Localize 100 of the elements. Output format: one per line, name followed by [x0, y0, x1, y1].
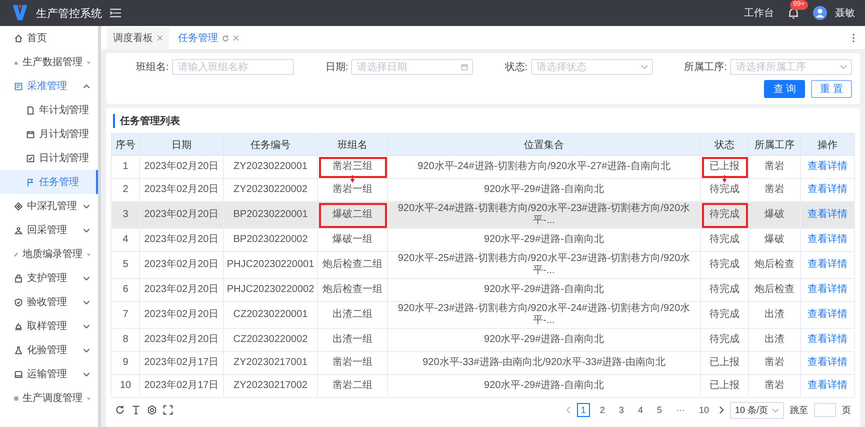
calendar-icon: [461, 64, 468, 70]
sidebar-item[interactable]: 年计划管理: [0, 98, 98, 122]
table-cell: 待完成: [700, 202, 748, 228]
select-field[interactable]: 请选择状态: [530, 59, 653, 75]
page-jump-field[interactable]: [814, 403, 836, 417]
table-cell: PHJC20230220001: [224, 252, 318, 278]
diamond-icon: [14, 202, 23, 210]
more-icon[interactable]: [852, 32, 855, 42]
view-details-link[interactable]: 查看详情: [800, 252, 854, 278]
text-height-icon[interactable]: [131, 405, 141, 415]
chevron-icon: [83, 348, 90, 352]
page-tab[interactable]: 调度看板: [107, 27, 169, 49]
page-number[interactable]: 2: [596, 403, 609, 417]
table-cell: 2023年02月17日: [140, 352, 224, 374]
table-cell: CZ20230220002: [224, 328, 318, 352]
page-number[interactable]: 1: [576, 403, 590, 417]
home-icon: [14, 34, 23, 42]
table-cell: 9: [112, 352, 140, 374]
page-number[interactable]: 5: [652, 403, 666, 417]
settings-icon[interactable]: [147, 405, 157, 415]
view-details-link[interactable]: 查看详情: [800, 374, 854, 398]
fullscreen-icon[interactable]: [163, 405, 173, 415]
table-cell: 920水平-24#进路-切割巷方向/920水平-27#进路-自南向北: [388, 156, 700, 178]
view-details-link[interactable]: 查看详情: [800, 228, 854, 252]
column-header: 所属工序: [748, 134, 800, 156]
sidebar-item[interactable]: 地质编录管理: [0, 242, 98, 266]
table-cell: ZY20230217001: [224, 352, 318, 374]
sidebar-item[interactable]: 回采管理: [0, 218, 98, 242]
reset-button[interactable]: 重 置: [811, 80, 852, 98]
sidebar-item[interactable]: 支护管理: [0, 266, 98, 290]
table-cell: 待完成: [700, 278, 748, 302]
sidebar-item[interactable]: 月计划管理: [0, 122, 98, 146]
chevron-icon: [640, 64, 648, 70]
grid-icon: [14, 394, 18, 402]
table-cell: 已上报: [700, 374, 748, 398]
sidebar-item[interactable]: 化验管理: [0, 338, 98, 362]
table-cell: 待完成: [700, 252, 748, 278]
sidebar-item[interactable]: 运输管理: [0, 362, 98, 386]
table-cell: 8: [112, 328, 140, 352]
table-cell: 2023年02月20日: [140, 328, 224, 352]
sidebar-item[interactable]: 日计划管理: [0, 146, 98, 170]
table-cell: 2023年02月20日: [140, 278, 224, 302]
table-cell: 2023年02月20日: [140, 156, 224, 178]
select-field[interactable]: 请选择所属工序: [730, 59, 852, 75]
table-cell: 炮后检查一组: [318, 278, 388, 302]
column-header: 班组名: [318, 134, 388, 156]
view-details-link[interactable]: 查看详情: [800, 328, 854, 352]
sidebar-item[interactable]: 中深孔管理: [0, 194, 98, 218]
view-details-link[interactable]: 查看详情: [800, 156, 854, 178]
view-details-link[interactable]: 查看详情: [800, 352, 854, 374]
field-label: 日期:: [325, 60, 348, 74]
table-cell: 爆破: [748, 202, 800, 228]
column-header: 任务编号: [224, 134, 318, 156]
table-cell: 5: [112, 252, 140, 278]
chevron-icon: [840, 64, 847, 70]
table-cell: 凿岩: [748, 156, 800, 178]
table-cell: 出渣: [748, 302, 800, 328]
bell-icon[interactable]: [788, 8, 799, 18]
table-cell: 2023年02月20日: [140, 302, 224, 328]
sidebar-item[interactable]: 任务管理: [0, 170, 98, 194]
column-header: 日期: [140, 134, 224, 156]
user-name: 聂敏: [835, 7, 855, 20]
page-number[interactable]: 4: [634, 403, 647, 417]
view-details-link[interactable]: 查看详情: [800, 302, 854, 328]
close-icon[interactable]: [157, 35, 163, 41]
view-details-link[interactable]: 查看详情: [800, 278, 854, 302]
column-header: 位置集合: [388, 134, 700, 156]
menu-icon[interactable]: [110, 8, 121, 18]
chevron-icon: [83, 276, 90, 280]
next-page-icon[interactable]: [718, 406, 724, 414]
table-cell: 10: [112, 374, 140, 398]
close-icon[interactable]: [233, 35, 239, 41]
chevron-icon: [83, 372, 90, 376]
sidebar-item[interactable]: 采准管理: [0, 74, 98, 98]
page-number[interactable]: ···: [672, 403, 689, 417]
board-icon: [14, 82, 23, 90]
refresh-icon[interactable]: [222, 34, 229, 42]
refresh-icon[interactable]: [115, 405, 125, 415]
page-size-select[interactable]: 10 条/页: [730, 402, 784, 418]
avatar-icon[interactable]: [813, 6, 827, 20]
date-field[interactable]: 请选择日期: [351, 59, 474, 75]
table-cell: 920水平-29#进路-自南向北: [388, 278, 700, 302]
sidebar-item[interactable]: 生产数据管理: [0, 50, 98, 74]
sidebar-item[interactable]: 取样管理: [0, 314, 98, 338]
table-cell: 凿岩一组: [318, 352, 388, 374]
sidebar-item[interactable]: 生产调度管理: [0, 386, 98, 410]
table-cell: 920水平-29#进路-自南向北: [388, 228, 700, 252]
sidebar-item[interactable]: 验收管理: [0, 290, 98, 314]
sidebar-item[interactable]: 首页: [0, 26, 98, 50]
page-number[interactable]: 3: [614, 403, 628, 417]
page-number[interactable]: 10: [694, 403, 713, 417]
input-field[interactable]: 请输入班组名称: [172, 59, 294, 75]
page-unit: 页: [842, 404, 851, 416]
lock-icon: [14, 274, 23, 282]
checkbox-icon: [26, 154, 35, 162]
table-cell: 1: [112, 156, 140, 178]
document-icon: [26, 106, 35, 114]
workbench-link[interactable]: 工作台: [744, 6, 774, 20]
table-cell: 4: [112, 228, 140, 252]
query-button[interactable]: 查 询: [764, 80, 806, 98]
